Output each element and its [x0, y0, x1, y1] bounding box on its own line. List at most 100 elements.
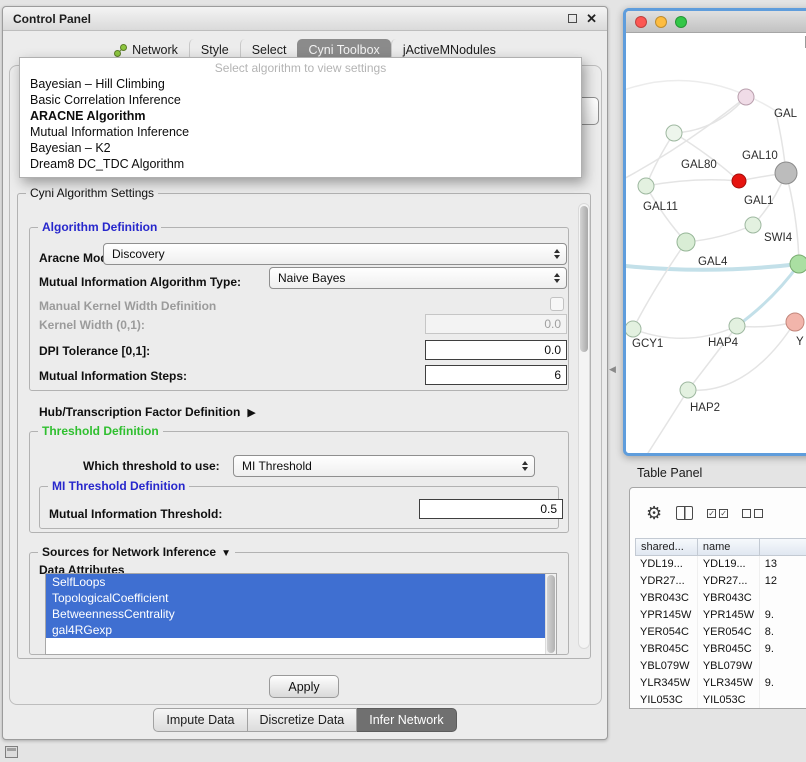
dpi-tolerance-field[interactable]: 0.0 — [425, 340, 567, 360]
table-cell[interactable]: YER054C — [698, 624, 760, 641]
settings-scrollbar[interactable] — [578, 203, 590, 649]
node-green-right[interactable] — [790, 255, 806, 273]
algorithm-option-bayesian-k2[interactable]: Bayesian – K2 — [20, 140, 581, 156]
which-threshold-select[interactable]: MI Threshold — [233, 455, 535, 477]
table-cell[interactable]: 12 — [760, 573, 806, 590]
node-gcy1[interactable] — [626, 321, 641, 337]
node-pink-right[interactable] — [786, 313, 804, 331]
bottom-tab-impute-data[interactable]: Impute Data — [153, 708, 247, 732]
network-edge[interactable] — [633, 242, 686, 329]
attribute-item-selfloops[interactable]: SelfLoops — [46, 574, 545, 590]
network-canvas[interactable]: GALGAL80GAL10GAL11GAL1SWI4GAL4GCY1HAP4YH… — [626, 33, 806, 453]
columns-icon[interactable] — [676, 506, 693, 520]
table-row[interactable]: YBL079WYBL079W — [635, 658, 806, 675]
table-cell[interactable]: YER054C — [635, 624, 698, 641]
network-edge[interactable] — [786, 173, 799, 264]
node-gal4[interactable] — [677, 233, 695, 251]
node-gal10[interactable] — [775, 162, 797, 184]
network-edge[interactable] — [648, 390, 688, 453]
table-row[interactable]: YER054CYER054C8. — [635, 624, 806, 641]
aracne-mode-select[interactable]: Discovery — [103, 243, 567, 265]
node-mid[interactable] — [729, 318, 745, 334]
mi-type-select[interactable]: Naive Bayes — [269, 267, 567, 289]
attributes-scrollbar[interactable] — [545, 574, 556, 654]
algorithm-option-bayesian-hill-climbing[interactable]: Bayesian – Hill Climbing — [20, 76, 581, 92]
scrollbar-thumb[interactable] — [580, 206, 588, 352]
bottom-tab-discretize-data[interactable]: Discretize Data — [248, 708, 358, 732]
table-cell[interactable]: 9. — [760, 607, 806, 624]
column-header-shared[interactable]: shared... — [635, 538, 698, 556]
table-cell[interactable]: YLR345W — [698, 675, 760, 692]
table-row[interactable]: YLR345WYLR345W9. — [635, 675, 806, 692]
zoom-button[interactable] — [675, 16, 687, 28]
table-cell[interactable]: YLR345W — [635, 675, 698, 692]
table-cell[interactable] — [760, 590, 806, 607]
table-cell[interactable]: YIL053C — [635, 692, 698, 709]
algorithm-option-dream8-dc-tdc-algorithm[interactable]: Dream8 DC_TDC Algorithm — [20, 156, 581, 172]
attribute-item-betweennesscentrality[interactable]: BetweennessCentrality — [46, 606, 545, 622]
bottom-tab-infer-network[interactable]: Infer Network — [357, 708, 456, 732]
table-cell[interactable]: YBR043C — [635, 590, 698, 607]
network-edge[interactable] — [646, 186, 686, 242]
table-row[interactable]: YIL053CYIL053C — [635, 692, 806, 709]
table-cell[interactable]: YBL079W — [635, 658, 698, 675]
table-row[interactable]: YBR045CYBR045C9. — [635, 641, 806, 658]
node-swi4[interactable] — [745, 217, 761, 233]
scrollbar-thumb[interactable] — [547, 575, 555, 653]
close-window-icon[interactable] — [586, 12, 597, 25]
attribute-item-gal4rgexp[interactable]: gal4RGexp — [46, 622, 545, 638]
close-button[interactable] — [635, 16, 647, 28]
attribute-item-topologicalcoefficient[interactable]: TopologicalCoefficient — [46, 590, 545, 606]
sources-group-title[interactable]: Sources for Network Inference — [38, 545, 235, 561]
select-all-columns-icon[interactable] — [707, 509, 728, 518]
deselect-all-columns-icon[interactable] — [742, 509, 763, 518]
table-cell[interactable] — [760, 658, 806, 675]
node-hap2[interactable] — [680, 382, 696, 398]
table-cell[interactable]: YDR27... — [635, 573, 698, 590]
network-edge[interactable] — [646, 133, 674, 186]
table-cell[interactable]: 9. — [760, 641, 806, 658]
table-cell[interactable]: YBR045C — [635, 641, 698, 658]
table-cell[interactable] — [760, 692, 806, 709]
network-edge[interactable] — [646, 180, 739, 186]
table-cell[interactable]: YIL053C — [698, 692, 760, 709]
table-row[interactable]: YDR27...YDR27...12 — [635, 573, 806, 590]
column-header-name[interactable]: name — [698, 538, 760, 556]
control-panel-titlebar[interactable]: Control Panel — [3, 7, 607, 31]
table-row[interactable]: YDL19...YDL19...13 — [635, 556, 806, 573]
mi-steps-field[interactable]: 6 — [425, 365, 567, 385]
table-cell[interactable]: YBR045C — [698, 641, 760, 658]
float-window-icon[interactable] — [568, 14, 577, 23]
restore-panel-icon[interactable] — [5, 746, 18, 758]
network-edge[interactable] — [688, 326, 737, 390]
table-cell[interactable]: YPR145W — [635, 607, 698, 624]
apply-button[interactable]: Apply — [269, 675, 339, 698]
network-edge[interactable] — [674, 133, 739, 181]
node-gal11[interactable] — [638, 178, 654, 194]
table-cell[interactable]: YDR27... — [698, 573, 760, 590]
table-cell[interactable]: YDL19... — [698, 556, 760, 573]
table-cell[interactable]: 9. — [760, 675, 806, 692]
algorithm-option-aracne-algorithm[interactable]: ARACNE Algorithm — [20, 108, 581, 124]
table-cell[interactable]: YDL19... — [635, 556, 698, 573]
table-cell[interactable]: 13 — [760, 556, 806, 573]
hub-definition-expander[interactable]: Hub/Transcription Factor Definition — [39, 403, 256, 421]
table-row[interactable]: YBR043CYBR043C — [635, 590, 806, 607]
network-window-titlebar[interactable] — [626, 11, 806, 33]
algorithm-option-mutual-information-inference[interactable]: Mutual Information Inference — [20, 124, 581, 140]
table-cell[interactable]: YBL079W — [698, 658, 760, 675]
table-cell[interactable]: YBR043C — [698, 590, 760, 607]
collapse-panel-arrow-icon[interactable] — [609, 364, 616, 375]
mi-threshold-field[interactable]: 0.5 — [419, 499, 563, 519]
column-header-2[interactable] — [760, 538, 806, 556]
minimize-button[interactable] — [655, 16, 667, 28]
table-cell[interactable]: YPR145W — [698, 607, 760, 624]
node-gal80[interactable] — [666, 125, 682, 141]
node-pink-top[interactable] — [738, 89, 754, 105]
algorithm-option-basic-correlation-inference[interactable]: Basic Correlation Inference — [20, 92, 581, 108]
network-edge[interactable] — [674, 97, 746, 133]
network-edge[interactable] — [686, 225, 753, 242]
gear-icon[interactable] — [646, 504, 662, 522]
table-cell[interactable]: 8. — [760, 624, 806, 641]
table-row[interactable]: YPR145WYPR145W9. — [635, 607, 806, 624]
